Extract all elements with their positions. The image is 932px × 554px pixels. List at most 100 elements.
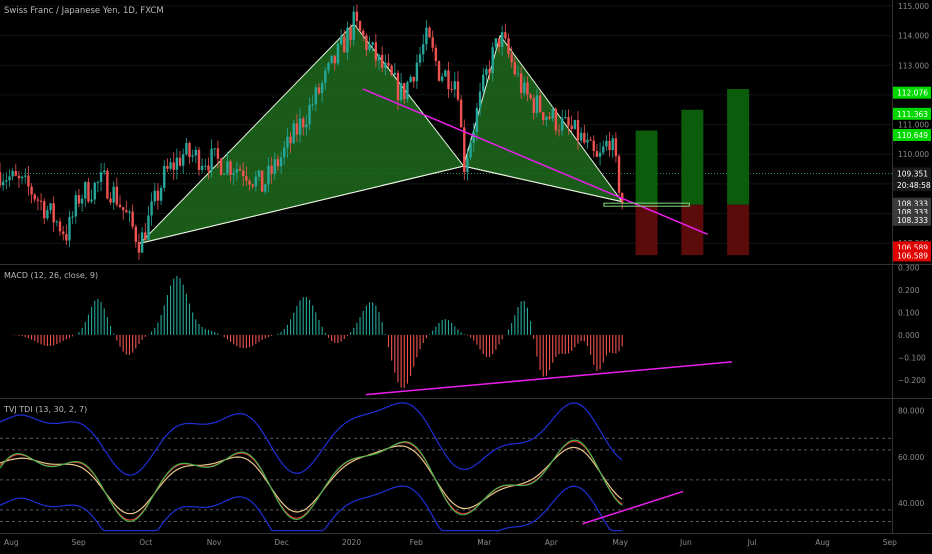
candle-body [181,154,185,166]
candle-body [17,175,21,179]
target-box-profit[interactable] [635,130,658,205]
candle-body [232,172,235,175]
candle-body [507,38,510,55]
candle-body [317,87,321,94]
macd-tick-label: 0.100 [898,308,920,317]
candle-body [399,83,403,101]
tdi-tick-label: 60.000 [898,453,924,462]
target-box-profit[interactable] [681,109,704,205]
time-tick-label: Apr [545,538,559,547]
candle-body [166,165,169,169]
time-tick-label: Aug [4,538,19,547]
candle-body [336,43,340,64]
candle-body [412,76,415,82]
candle-body [526,82,529,95]
candle-body [523,82,526,94]
candle-body [1,181,5,186]
candle-body [30,186,33,195]
candle-body [431,37,434,48]
candle-body [248,180,251,185]
time-tick-label: Jul [747,538,757,547]
candle-body [450,89,453,91]
candle-body [292,123,295,144]
candle-body [24,175,27,177]
candle-body [80,198,84,204]
candle-body [106,170,109,199]
time-tick-label: Jun [679,538,692,547]
time-tick-label: Aug [815,538,830,547]
candle-body [428,27,431,38]
candle-body [46,210,49,219]
candle-body [235,169,239,173]
candle-body [289,136,292,144]
candle-body [551,109,554,119]
candle-body [144,232,147,240]
candle-body [362,30,365,36]
macd-tick-label: −0.200 [898,376,926,385]
candle-body [586,139,589,143]
candle-body [504,32,507,39]
candle-body [43,201,46,219]
candle-body [516,73,520,75]
time-tick-label: Mar [477,538,492,547]
candle-body [330,55,333,63]
candle-body [463,127,466,173]
candle-body [270,165,273,174]
candle-body [456,81,460,100]
target-box-profit[interactable] [727,88,750,205]
candle-body [276,159,280,167]
candle-body [592,140,595,152]
candle-body [583,132,586,143]
candle-body [163,165,166,188]
candle-body [99,172,103,182]
candle-body [333,55,336,64]
candle-body [118,204,122,208]
candle-body [532,98,535,113]
candle-body [308,104,311,125]
candle-body [535,95,539,113]
candle-body [327,62,330,71]
candle-body [283,147,286,158]
candle-body [172,162,175,170]
candle-body [267,165,270,185]
candle-body [103,170,106,173]
price-tag-label: 110.649 [897,131,928,140]
candle-body [36,199,40,201]
price-tick-label: 113.000 [898,61,929,70]
chart-background [0,0,932,550]
candle-body [478,91,482,108]
chart-stage: 107.000108.000109.000110.000111.000112.0… [0,0,932,550]
candle-body [74,195,78,217]
candle-body [219,158,223,175]
candle-body [538,95,542,113]
candle-body [286,136,289,148]
candle-body [134,226,138,242]
price-tick-label: 114.000 [898,32,929,41]
candle-body [358,21,362,31]
candle-body [226,161,229,174]
candle-body [324,70,327,83]
candle-body [343,36,346,53]
candle-body [273,159,276,174]
candle-body [573,120,577,129]
target-box-stop[interactable] [681,204,704,256]
candle-body [415,62,419,82]
candle-body [447,70,450,90]
candle-body [475,107,479,132]
candle-body [393,72,396,75]
candle-body [469,142,472,158]
price-tick-label: 111.000 [898,121,929,130]
candle-body [500,32,504,47]
candle-body [311,104,314,106]
target-box-stop[interactable] [727,204,750,256]
candle-body [140,232,144,253]
candle-body [422,44,425,55]
candle-body [472,131,475,143]
candle-body [58,221,62,232]
candle-body [305,124,308,128]
candle-body [320,82,324,94]
chart-svg[interactable]: 107.000108.000109.000110.000111.000112.0… [0,0,932,550]
candle-body [33,194,36,200]
candle-body [223,173,226,175]
candle-body [564,117,567,119]
